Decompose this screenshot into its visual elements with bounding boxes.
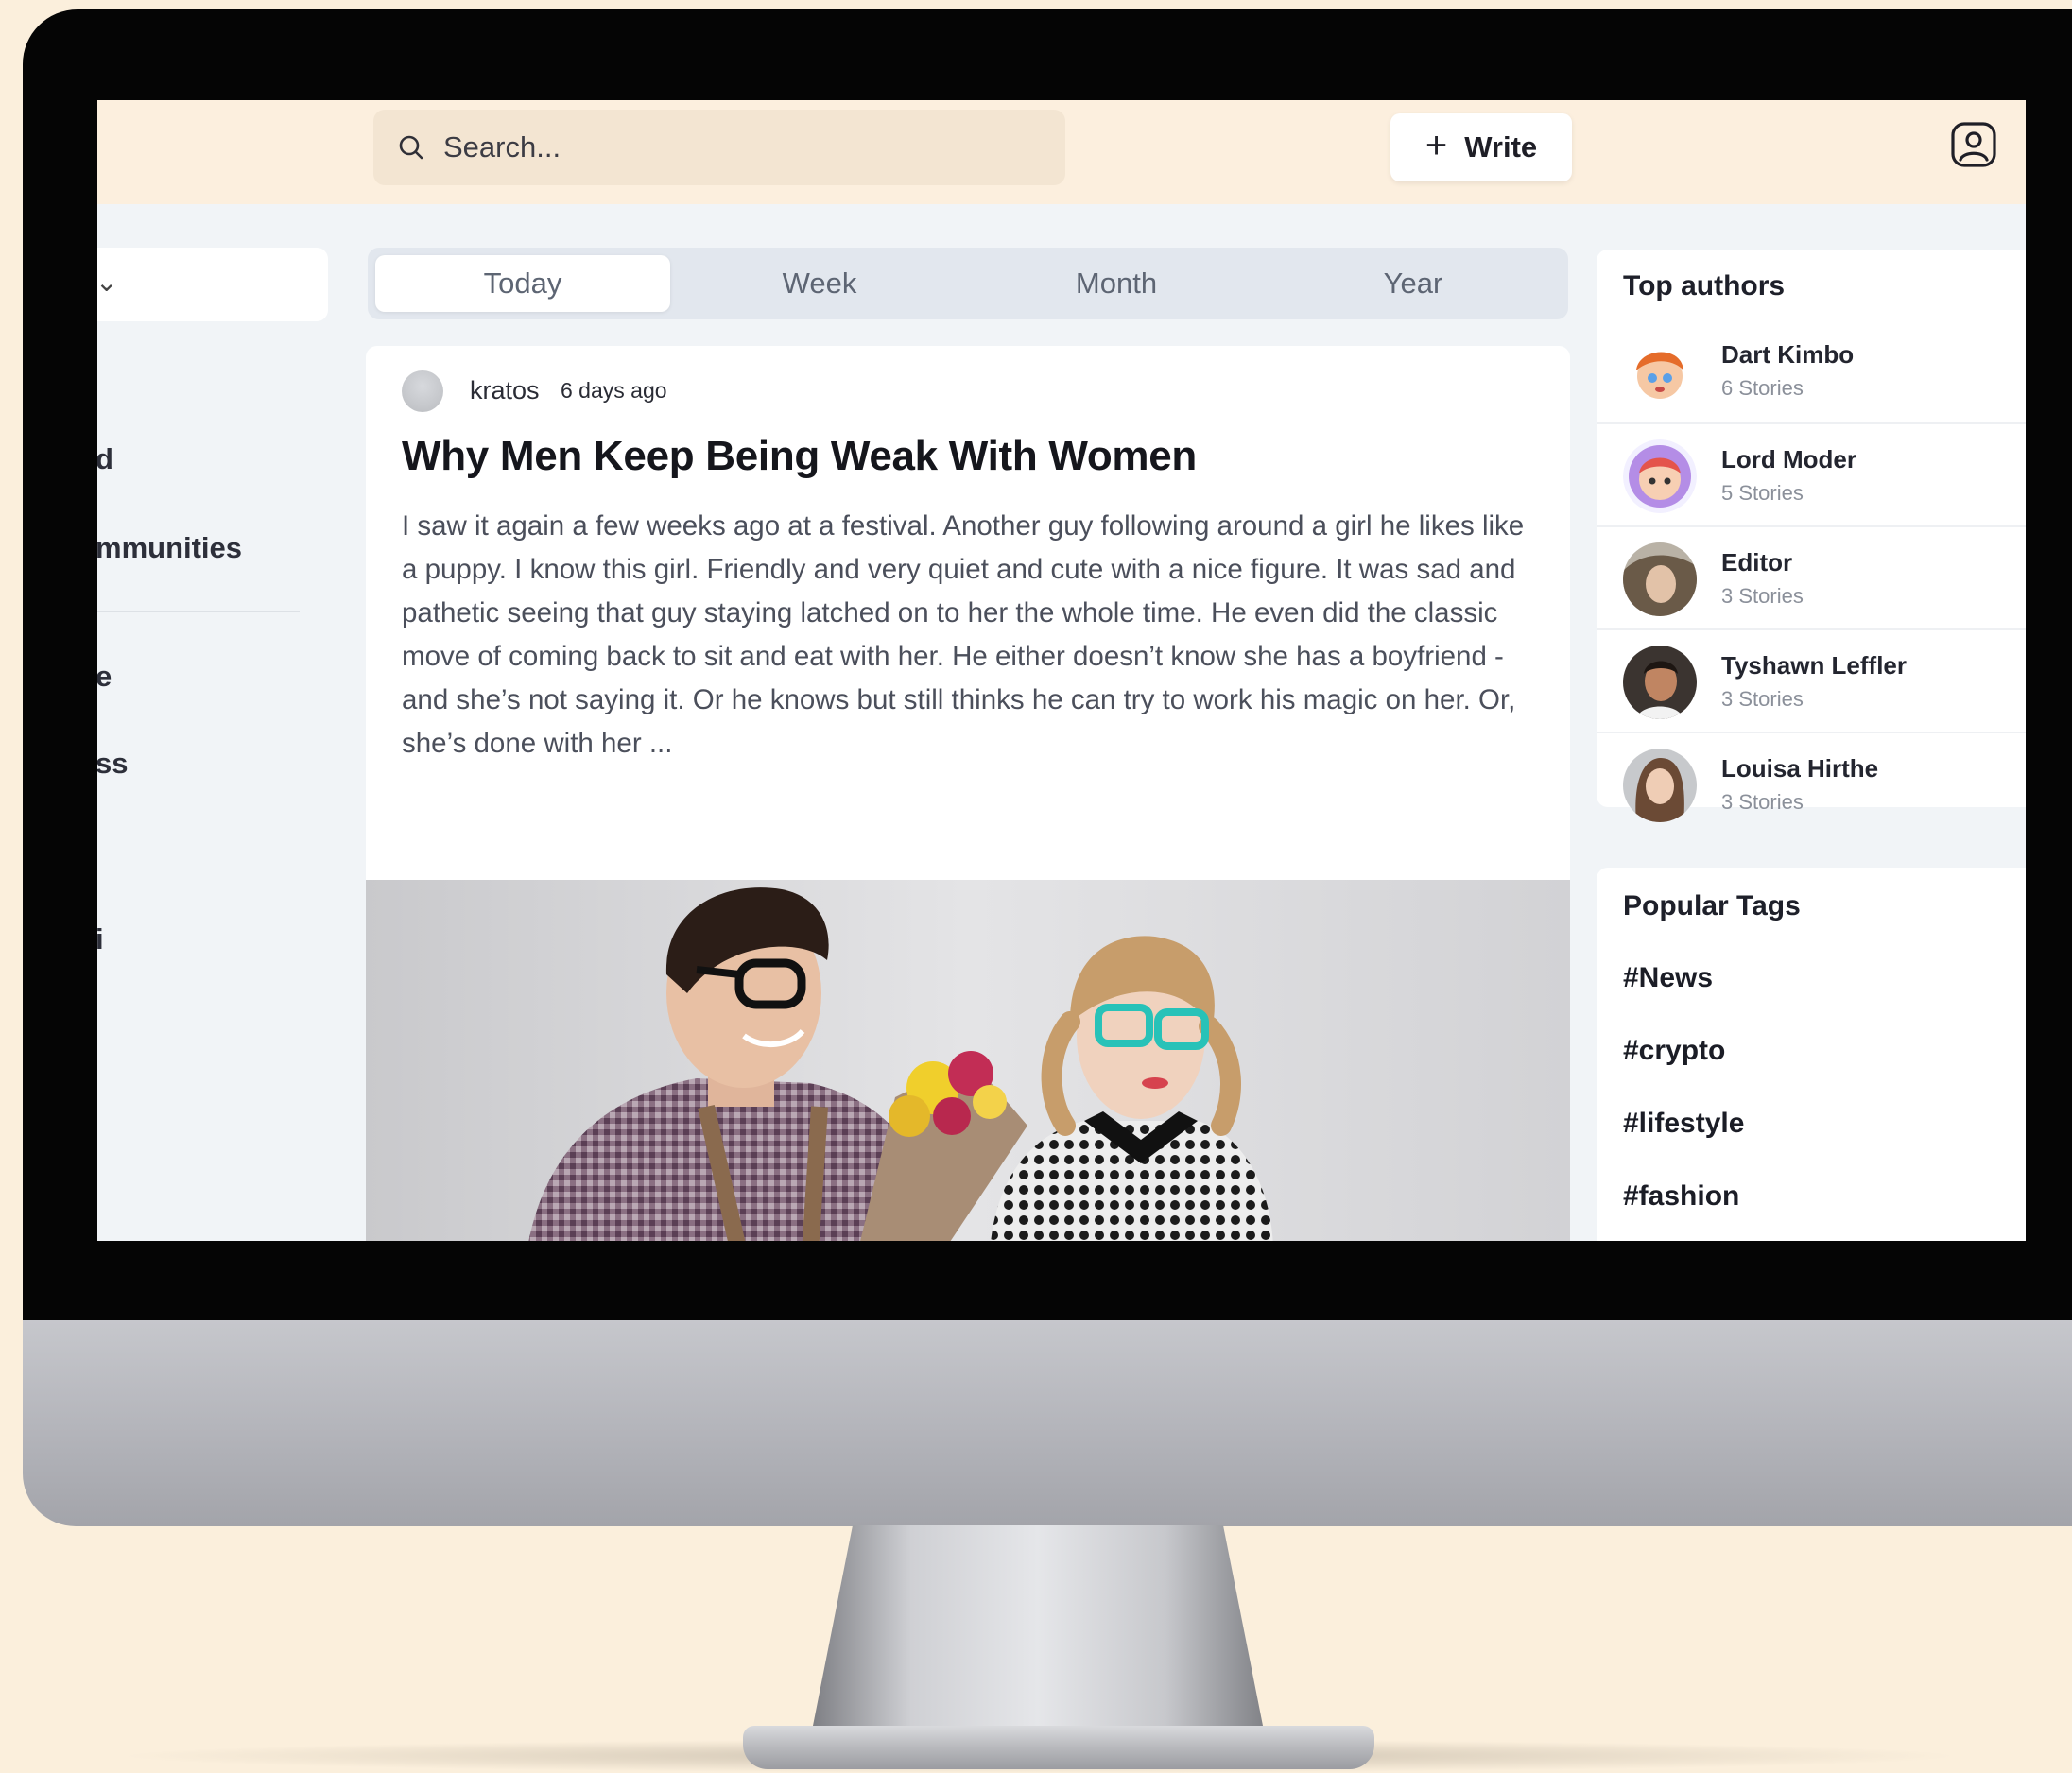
chevron-down-icon: ⌄ [97, 267, 118, 297]
sidebar-select[interactable] [97, 248, 328, 321]
post-author-avatar[interactable] [402, 370, 443, 412]
author-story-count: 3 Stories [1721, 584, 1804, 608]
search-icon [399, 135, 423, 160]
monitor-chin [23, 1320, 2072, 1526]
author-story-count: 6 Stories [1721, 376, 1804, 400]
tag-link[interactable]: #fashion [1623, 1180, 1739, 1213]
post-timestamp: 6 days ago [561, 378, 667, 403]
author-name: Tyshawn Leffler [1721, 651, 1908, 680]
author-row[interactable]: Tyshawn Leffler 3 Stories [1597, 628, 2026, 732]
author-row[interactable]: Dart Kimbo 6 Stories [1597, 319, 2026, 422]
plus-icon: + [1424, 125, 1448, 166]
author-name: Editor [1721, 548, 1793, 577]
sidebar-item-feed[interactable]: d [97, 442, 113, 476]
tab-month[interactable]: Month [969, 255, 1264, 312]
tag-link[interactable]: #News [1623, 962, 1713, 994]
monitor-stand-base [743, 1726, 1374, 1769]
period-tabs: Today Week Month Year [368, 248, 1568, 319]
app-screen: Search... + Write ⌄ d mmunities e ss i T… [97, 100, 2026, 1241]
author-story-count: 3 Stories [1721, 687, 1804, 711]
popular-tags-card: Popular Tags #News #crypto #lifestyle #f… [1597, 868, 2026, 1241]
search-input[interactable]: Search... [373, 110, 1065, 185]
avatar [1623, 749, 1697, 822]
user-profile-icon[interactable] [1950, 121, 1997, 168]
author-story-count: 3 Stories [1721, 790, 1804, 814]
sidebar-item-4[interactable]: ss [97, 747, 128, 781]
top-authors-title: Top authors [1623, 270, 1786, 301]
author-row[interactable]: Lord Moder 5 Stories [1597, 422, 2026, 526]
author-name: Louisa Hirthe [1721, 754, 1879, 783]
tab-year[interactable]: Year [1266, 255, 1561, 312]
tag-link[interactable]: #lifestyle [1623, 1108, 1744, 1140]
sidebar-divider [97, 611, 300, 612]
avatar [1623, 646, 1697, 719]
author-name: Dart Kimbo [1721, 340, 1855, 369]
avatar [1623, 542, 1697, 616]
tag-link[interactable]: #crypto [1623, 1035, 1725, 1067]
sidebar-item-3[interactable]: e [97, 660, 112, 694]
post-cover-image[interactable] [366, 880, 1570, 1241]
write-button-label: Write [1464, 130, 1538, 164]
post-card[interactable]: kratos 6 days ago Why Men Keep Being Wea… [366, 346, 1570, 1241]
post-author-name[interactable]: kratos [470, 376, 540, 405]
tab-today[interactable]: Today [375, 255, 670, 312]
post-excerpt: I saw it again a few weeks ago at a fest… [402, 510, 1525, 759]
author-story-count: 5 Stories [1721, 481, 1804, 505]
top-authors-card: Top authors Dart Kimbo 6 Stories Lord Mo… [1597, 250, 2026, 822]
popular-tags-title: Popular Tags [1623, 890, 1801, 921]
top-bar: Search... + Write [97, 100, 2026, 204]
author-name: Lord Moder [1721, 445, 1856, 473]
post-title[interactable]: Why Men Keep Being Weak With Women [402, 433, 1197, 480]
search-placeholder: Search... [443, 130, 561, 164]
author-row[interactable]: Louisa Hirthe 3 Stories [1597, 732, 2026, 835]
avatar [1623, 335, 1697, 408]
author-row[interactable]: Editor 3 Stories [1597, 525, 2026, 629]
write-button[interactable]: + Write [1390, 113, 1572, 181]
sidebar-item-5[interactable]: i [97, 922, 104, 956]
avatar [1623, 439, 1697, 513]
tab-week[interactable]: Week [672, 255, 967, 312]
monitor-stand [811, 1525, 1265, 1735]
sidebar-item-communities[interactable]: mmunities [97, 531, 242, 565]
